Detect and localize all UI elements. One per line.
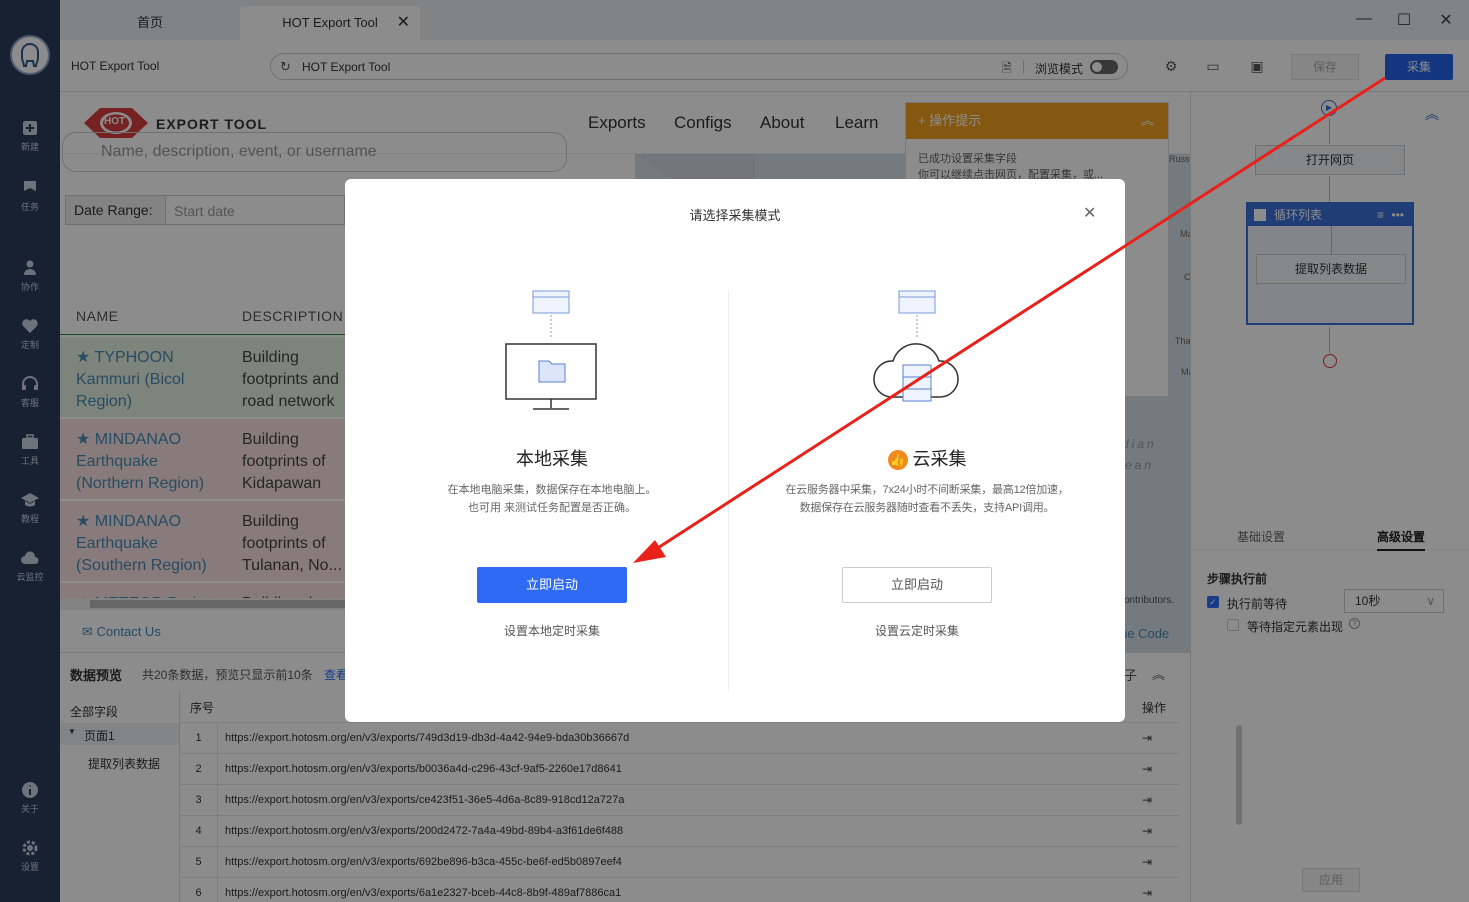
cloud-collect-option: 👍 云采集 在云服务器中采集，7x24小时不间断采集，最高12倍加速， 数据保存在… <box>729 179 1125 722</box>
thumbs-up-icon: 👍 <box>887 450 908 471</box>
local-collect-desc: 在本地电脑采集，数据保存在本地电脑上。 也可用 来测试任务配置是否正确。 <box>447 484 657 514</box>
local-start-button[interactable]: 立即启动 <box>477 567 627 603</box>
cloud-start-button[interactable]: 立即启动 <box>842 567 992 603</box>
app-window: 新建 任务 协作 定制 客服 工具 教程 云监控 关于 设置 首页 HOT Ex… <box>0 0 1469 902</box>
local-collect-option: 本地采集 在本地电脑采集，数据保存在本地电脑上。 也可用 来测试任务配置是否正确… <box>345 179 759 722</box>
local-collect-title: 本地采集 <box>516 449 588 469</box>
cloud-server-icon <box>873 290 959 402</box>
local-schedule-link[interactable]: 设置本地定时采集 <box>345 622 759 639</box>
cloud-schedule-link[interactable]: 设置云定时采集 <box>729 622 1105 639</box>
cloud-collect-desc: 在云服务器中采集，7x24小时不间断采集，最高12倍加速， 数据保存在云服务器随… <box>785 484 1069 514</box>
collect-mode-dialog: 请选择采集模式 ✕ 本地采集 在本地电脑采集，数据保存在本地电脑上。 也可用 来… <box>345 179 1125 722</box>
cloud-collect-title-wrap: 👍 云采集 <box>729 445 1125 471</box>
cloud-collect-title: 云采集 <box>912 449 967 469</box>
local-computer-icon <box>505 290 597 410</box>
